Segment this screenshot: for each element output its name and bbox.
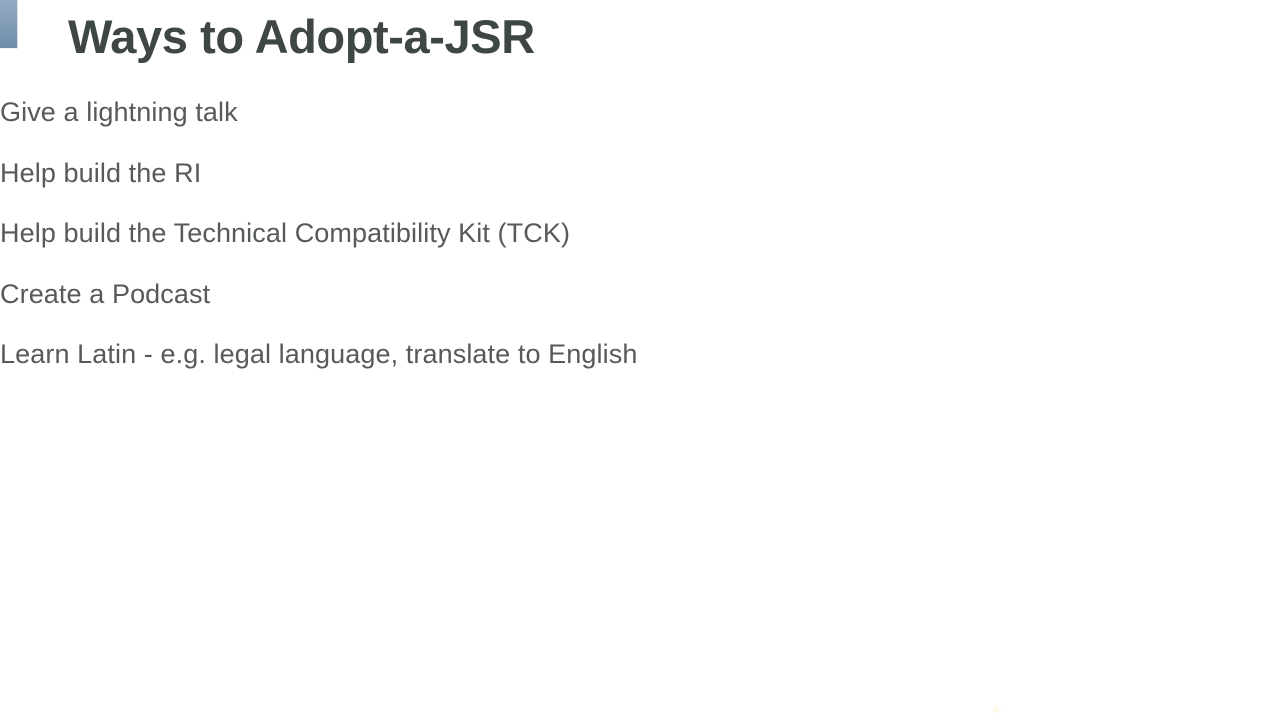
- slide-header: Ways to Adopt-a-JSR: [0, 0, 1280, 72]
- list-item: Learn Latin - e.g. legal language, trans…: [0, 339, 638, 370]
- list-item: Help build the Technical Compatibility K…: [0, 218, 571, 249]
- list-item: Give a lightning talk: [0, 97, 238, 127]
- presentation-slide: Ways to Adopt-a-JSR Give a lightning tal…: [0, 0, 1280, 720]
- bullet-list: Give a lightning talk Help build the RI …: [0, 82, 1280, 385]
- list-item: Create a Podcast: [0, 278, 211, 309]
- page-title: Ways to Adopt-a-JSR: [68, 10, 535, 63]
- list-item: Help build the RI: [0, 157, 202, 188]
- watermark-artifact-icon: ✦: [989, 701, 1004, 720]
- title-accent-bar: [0, 0, 18, 49]
